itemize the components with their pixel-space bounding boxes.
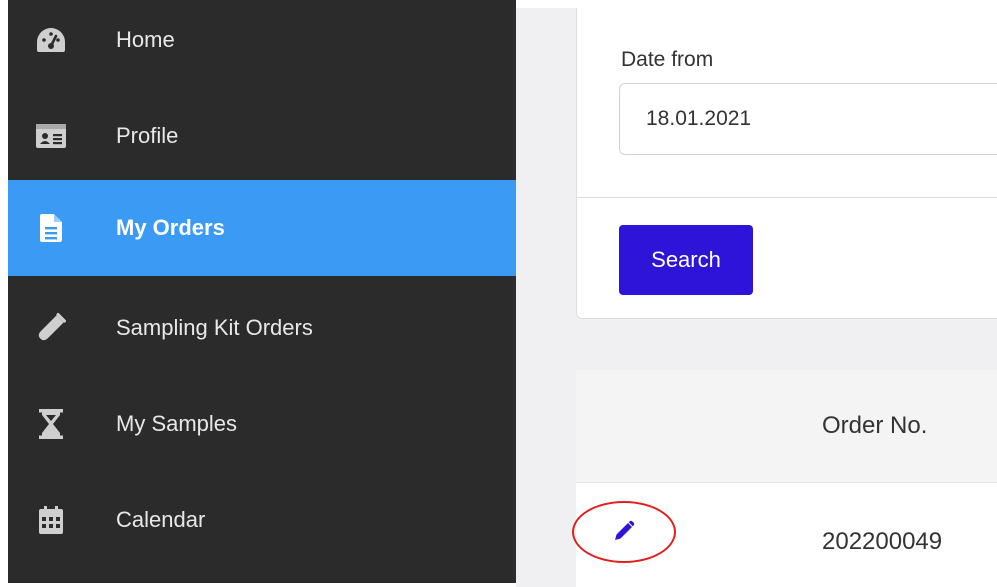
sidebar-item-sampling-kit-orders[interactable]: Sampling Kit Orders — [8, 280, 516, 376]
search-button[interactable]: Search — [619, 225, 753, 295]
test-tube-icon — [36, 313, 66, 343]
sidebar-item-label: My Orders — [116, 215, 225, 240]
sidebar-item-my-orders[interactable]: My Orders — [8, 180, 516, 276]
edit-pencil-icon[interactable] — [609, 516, 639, 546]
date-from-input[interactable]: 18.01.2021 — [619, 83, 997, 155]
sidebar-item-home[interactable]: Home — [8, 0, 516, 88]
order-number: 202200049 — [822, 528, 943, 555]
filter-panel: Date from 18.01.2021 Search — [576, 8, 997, 319]
divider — [577, 197, 997, 198]
date-from-value: 18.01.2021 — [646, 107, 752, 130]
sidebar-item-my-samples[interactable]: My Samples — [8, 376, 516, 472]
main-content: Date from 18.01.2021 Search Order No. 20… — [516, 8, 997, 587]
sidebar-item-label: My Samples — [116, 411, 238, 436]
sidebar-item-label: Home — [116, 27, 175, 52]
sidebar: Home Profile My Orders Sampling Kit Orde… — [8, 0, 516, 583]
sidebar-item-calendar[interactable]: Calendar — [8, 472, 516, 568]
dashboard-icon — [36, 25, 66, 55]
orders-table: Order No. 202200049 — [576, 370, 997, 587]
sidebar-item-label: Profile — [116, 123, 179, 148]
date-from-label: Date from — [621, 48, 714, 71]
calendar-icon — [36, 505, 66, 535]
sidebar-item-label: Calendar — [116, 507, 206, 532]
sidebar-item-label: Sampling Kit Orders — [116, 315, 313, 340]
document-icon — [36, 213, 66, 243]
table-row: 202200049 — [576, 483, 997, 587]
column-header-order-no: Order No. — [822, 412, 928, 439]
hourglass-icon — [36, 409, 66, 439]
id-card-icon — [36, 121, 66, 151]
sidebar-item-profile[interactable]: Profile — [8, 88, 516, 184]
table-header: Order No. — [576, 370, 997, 483]
